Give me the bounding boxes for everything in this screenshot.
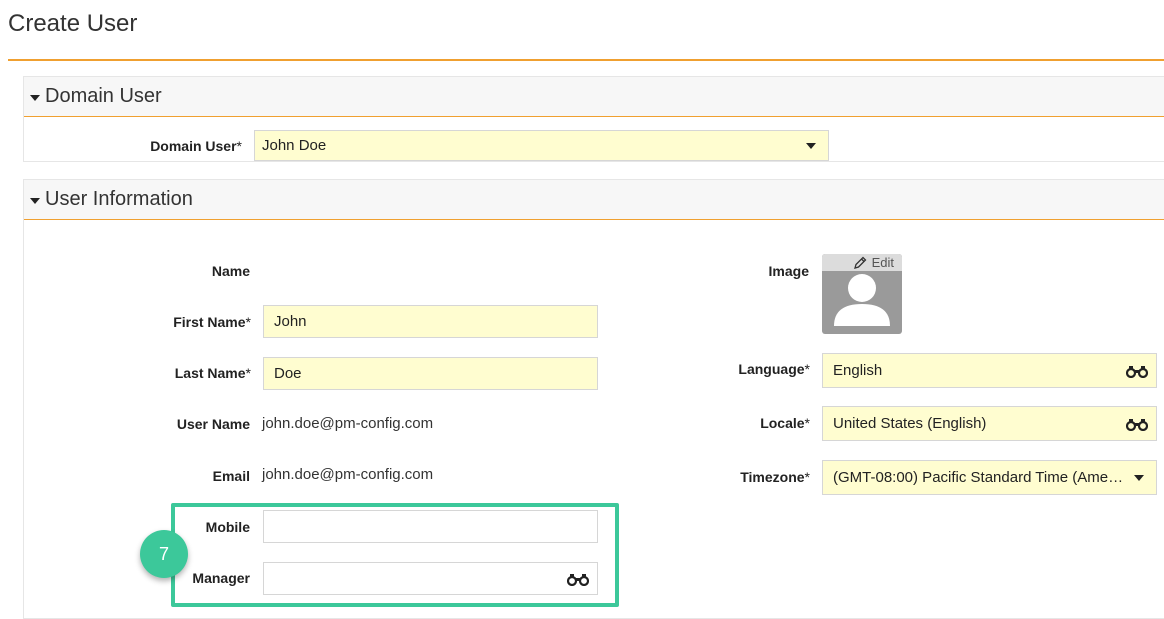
step-badge: 7 bbox=[140, 530, 188, 578]
chevron-down-icon bbox=[1134, 474, 1144, 481]
language-label: Language* bbox=[700, 361, 810, 377]
domain-user-label-text: Domain User bbox=[150, 138, 237, 154]
last-name-input[interactable]: Doe bbox=[263, 357, 598, 390]
last-name-label: Last Name* bbox=[110, 365, 251, 381]
required-mark: * bbox=[804, 361, 810, 377]
locale-label-text: Locale bbox=[760, 415, 805, 431]
email-value: john.doe@pm-config.com bbox=[262, 466, 434, 483]
binoculars-icon[interactable] bbox=[1126, 364, 1148, 378]
domain-user-select[interactable]: John Doe bbox=[254, 130, 829, 161]
required-mark: * bbox=[245, 365, 251, 381]
language-label-text: Language bbox=[738, 361, 805, 377]
name-label: Name bbox=[211, 263, 250, 279]
required-mark: * bbox=[236, 138, 242, 154]
timezone-label: Timezone* bbox=[700, 469, 810, 485]
mobile-manager-highlight bbox=[171, 503, 619, 607]
image-edit-label: Edit bbox=[871, 255, 894, 270]
caret-down-icon bbox=[30, 197, 40, 204]
user-image[interactable]: Edit bbox=[822, 254, 902, 334]
username-label: User Name bbox=[176, 416, 250, 432]
required-mark: * bbox=[804, 415, 810, 431]
user-information-section-header[interactable]: User Information bbox=[24, 180, 1164, 220]
last-name-input-value: Doe bbox=[274, 365, 302, 382]
domain-user-section-title: Domain User bbox=[45, 85, 162, 107]
page-title: Create User bbox=[8, 10, 138, 37]
image-edit-button[interactable]: Edit bbox=[822, 254, 902, 271]
language-lookup-value: English bbox=[833, 362, 883, 379]
language-lookup-input[interactable]: English bbox=[822, 353, 1157, 388]
first-name-label-text: First Name bbox=[173, 314, 246, 330]
caret-down-icon bbox=[30, 94, 40, 101]
required-mark: * bbox=[804, 469, 810, 485]
pencil-icon bbox=[853, 256, 867, 269]
domain-user-section-header[interactable]: Domain User bbox=[24, 77, 1164, 117]
chevron-down-icon bbox=[806, 142, 816, 149]
first-name-input[interactable]: John bbox=[263, 305, 598, 338]
timezone-select-value: (GMT-08:00) Pacific Standard Time (Ameri… bbox=[833, 469, 1134, 486]
first-name-label: First Name* bbox=[110, 314, 251, 330]
timezone-label-text: Timezone bbox=[740, 469, 805, 485]
locale-lookup-value: United States (English) bbox=[833, 415, 987, 432]
domain-user-select-value: John Doe bbox=[262, 137, 327, 154]
image-label: Image bbox=[768, 263, 809, 279]
timezone-select[interactable]: (GMT-08:00) Pacific Standard Time (Ameri… bbox=[822, 460, 1157, 495]
user-information-section-title: User Information bbox=[45, 188, 193, 210]
title-divider bbox=[8, 59, 1164, 61]
email-label: Email bbox=[212, 468, 250, 484]
locale-lookup-input[interactable]: United States (English) bbox=[822, 406, 1157, 441]
locale-label: Locale* bbox=[700, 415, 810, 431]
binoculars-icon[interactable] bbox=[1126, 417, 1148, 431]
first-name-input-value: John bbox=[274, 313, 307, 330]
required-mark: * bbox=[245, 314, 251, 330]
last-name-label-text: Last Name bbox=[174, 365, 246, 381]
username-value: john.doe@pm-config.com bbox=[262, 415, 434, 432]
domain-user-label: Domain User* bbox=[100, 138, 242, 154]
